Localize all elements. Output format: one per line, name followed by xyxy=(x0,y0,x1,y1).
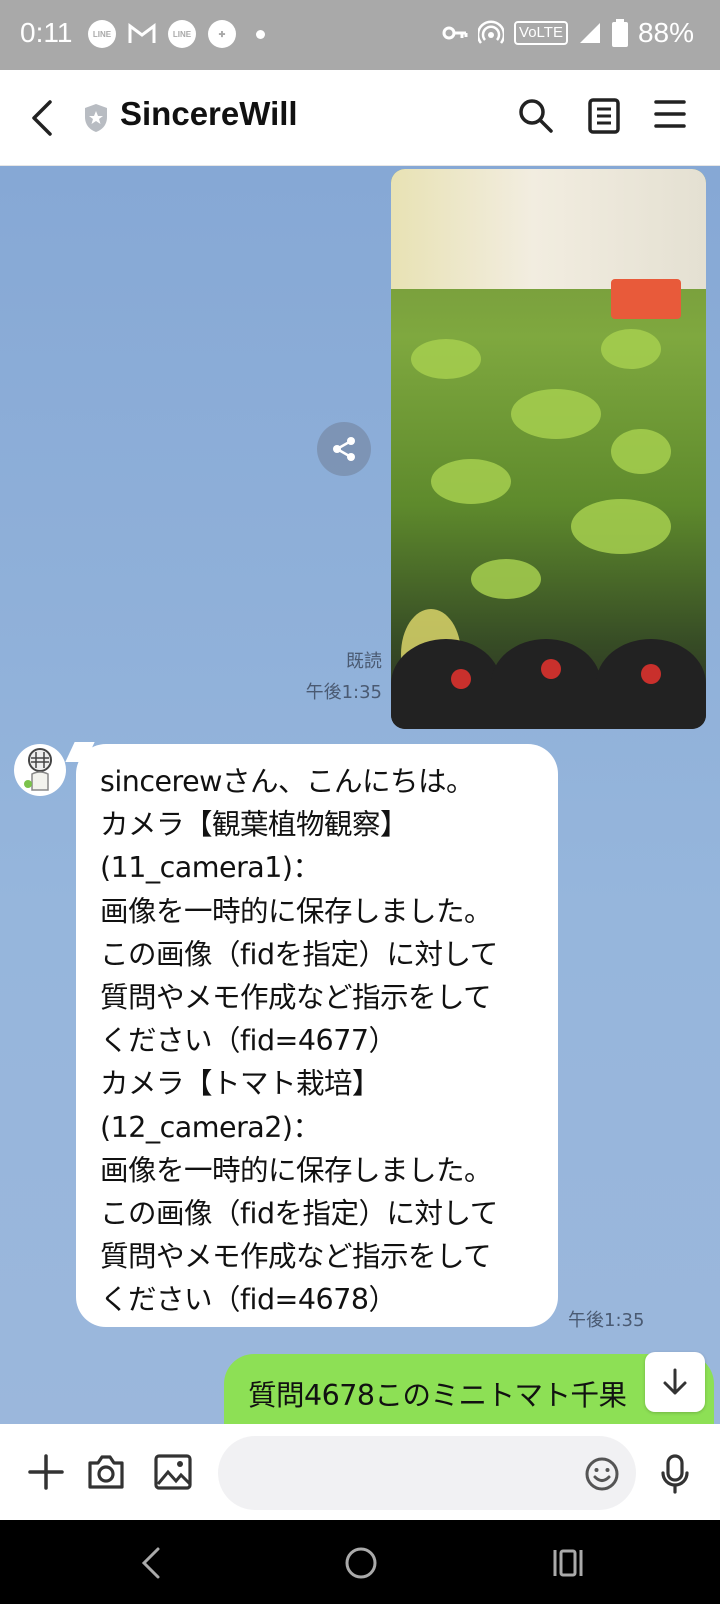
image-icon[interactable] xyxy=(154,1454,192,1494)
share-icon xyxy=(333,437,355,461)
back-icon[interactable] xyxy=(30,98,54,142)
photo-pot xyxy=(596,639,706,729)
message-time: 午後1:35 xyxy=(305,682,382,703)
photo-price-tag xyxy=(611,279,681,319)
chat-header: SincereWill xyxy=(0,70,720,166)
plus-icon[interactable] xyxy=(28,1454,64,1494)
hotspot-icon xyxy=(478,20,505,44)
photo-leaf xyxy=(511,389,601,439)
message-field[interactable] xyxy=(218,1436,636,1510)
photo-tomato xyxy=(451,669,471,689)
share-button[interactable] xyxy=(317,422,371,476)
system-navigation-bar xyxy=(0,1520,720,1604)
gmail-notification-icon xyxy=(128,20,156,48)
battery-icon xyxy=(611,19,628,47)
vpn-key-icon xyxy=(442,26,468,40)
shield-icon xyxy=(82,102,110,138)
camera-icon[interactable] xyxy=(86,1454,126,1494)
sent-photo-message[interactable] xyxy=(391,169,706,729)
photo-sign xyxy=(391,169,706,289)
sent-message-text: 質問4678このミニトマト千果 苗でトマト栽培をはじめたいです xyxy=(248,1379,668,1424)
more-notifications-dot xyxy=(256,29,265,39)
photo-leaf xyxy=(431,459,511,504)
menu-icon[interactable] xyxy=(654,98,686,134)
read-label: 既読 xyxy=(346,651,382,672)
photo-pot xyxy=(391,639,501,729)
scroll-to-bottom-button[interactable] xyxy=(645,1352,705,1412)
line-notification-icon: LINE xyxy=(168,20,196,48)
arrow-down-icon xyxy=(663,1368,687,1395)
status-time: 0:11 xyxy=(20,17,73,48)
photo-leaf xyxy=(611,429,671,474)
microphone-icon[interactable] xyxy=(660,1454,690,1498)
chat-messages[interactable]: 既読 午後1:35 sincerewさん、こんにちは。 カメラ【観葉植物観察】 … xyxy=(0,166,720,1424)
line-notification-icon: LINE xyxy=(88,20,116,48)
game-notification-icon: ✚ xyxy=(208,20,236,48)
photo-tomato xyxy=(641,664,661,684)
system-status: VoLTE 88% xyxy=(442,17,694,49)
nav-back-icon[interactable] xyxy=(140,1546,162,1584)
received-message-bubble[interactable]: sincerewさん、こんにちは。 カメラ【観葉植物観察】 (11_camera… xyxy=(65,742,558,1327)
emoji-icon[interactable] xyxy=(584,1456,620,1496)
search-icon[interactable] xyxy=(518,98,554,138)
chat-title: SincereWill xyxy=(120,95,298,132)
nav-home-icon[interactable] xyxy=(344,1546,378,1584)
message-input[interactable] xyxy=(238,1448,562,1500)
sent-message-bubble[interactable]: 質問4678このミニトマト千果 苗でトマト栽培をはじめたいです xyxy=(224,1354,714,1424)
avatar[interactable] xyxy=(14,744,66,796)
message-input-bar xyxy=(0,1424,720,1520)
message-time: 午後1:35 xyxy=(568,1310,645,1331)
photo-leaf xyxy=(571,499,671,554)
notification-icons: LINE LINE ✚ xyxy=(88,20,265,48)
photo-tomato xyxy=(541,659,561,679)
photo-pot xyxy=(491,639,601,729)
signal-icon xyxy=(579,23,600,43)
photo-leaf xyxy=(471,559,541,599)
status-bar: 0:11 LINE LINE ✚ VoLTE 88% xyxy=(0,0,720,70)
bubble-tail xyxy=(65,742,95,762)
volte-badge: VoLTE xyxy=(514,21,568,45)
photo-leaf xyxy=(601,329,661,369)
nav-recents-icon[interactable] xyxy=(552,1546,584,1584)
battery-percent: 88% xyxy=(637,17,694,48)
received-message-text: sincerewさん、こんにちは。 カメラ【観葉植物観察】 (11_camera… xyxy=(100,765,498,1317)
photo-leaf xyxy=(411,339,481,379)
notes-icon[interactable] xyxy=(588,98,620,138)
read-status: 既読 午後1:35 xyxy=(300,646,382,708)
